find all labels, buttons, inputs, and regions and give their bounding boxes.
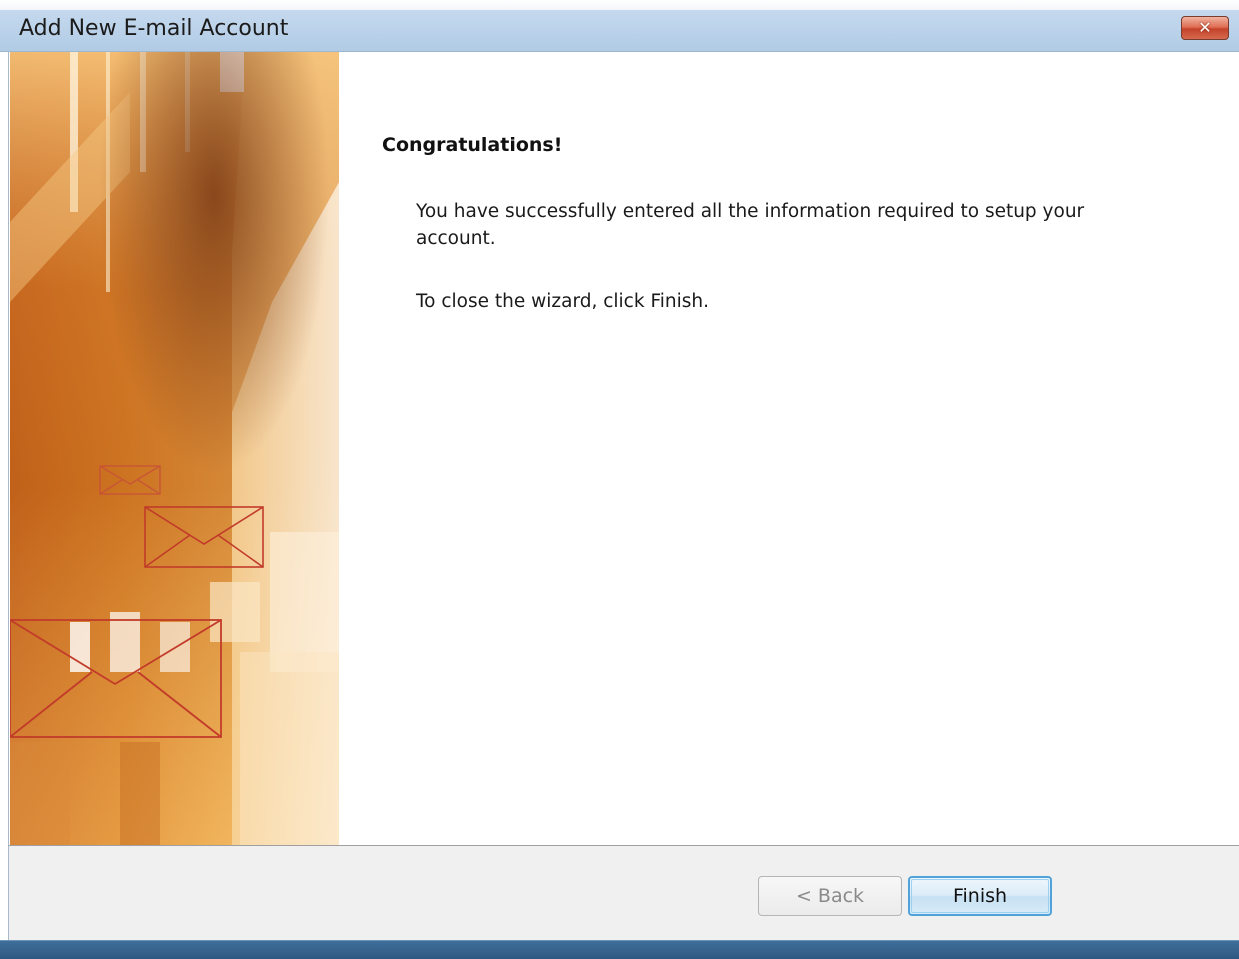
wizard-content: Congratulations! You have successfully e…	[382, 52, 1222, 845]
page-heading: Congratulations!	[382, 134, 563, 156]
back-button[interactable]: < Back	[758, 876, 902, 916]
finish-button[interactable]: Finish	[908, 876, 1052, 916]
close-button[interactable]: ✕	[1181, 16, 1229, 40]
success-message: You have successfully entered all the in…	[416, 201, 1085, 249]
close-instruction: To close the wizard, click Finish.	[416, 291, 709, 312]
wizard-footer: < Back Finish	[8, 845, 1239, 940]
wizard-client-area: Congratulations! You have successfully e…	[8, 52, 1239, 845]
title-bar[interactable]: Add New E-mail Account ✕	[0, 10, 1239, 52]
outlook-banner-image	[10, 52, 339, 845]
close-icon: ✕	[1198, 18, 1212, 37]
finish-button-label: Finish	[952, 885, 1008, 907]
window-title: Add New E-mail Account	[19, 16, 289, 41]
wizard-window: Add New E-mail Account ✕ Congratulations…	[0, 0, 1239, 959]
top-strip	[0, 0, 1239, 10]
taskbar-strip	[0, 940, 1239, 959]
